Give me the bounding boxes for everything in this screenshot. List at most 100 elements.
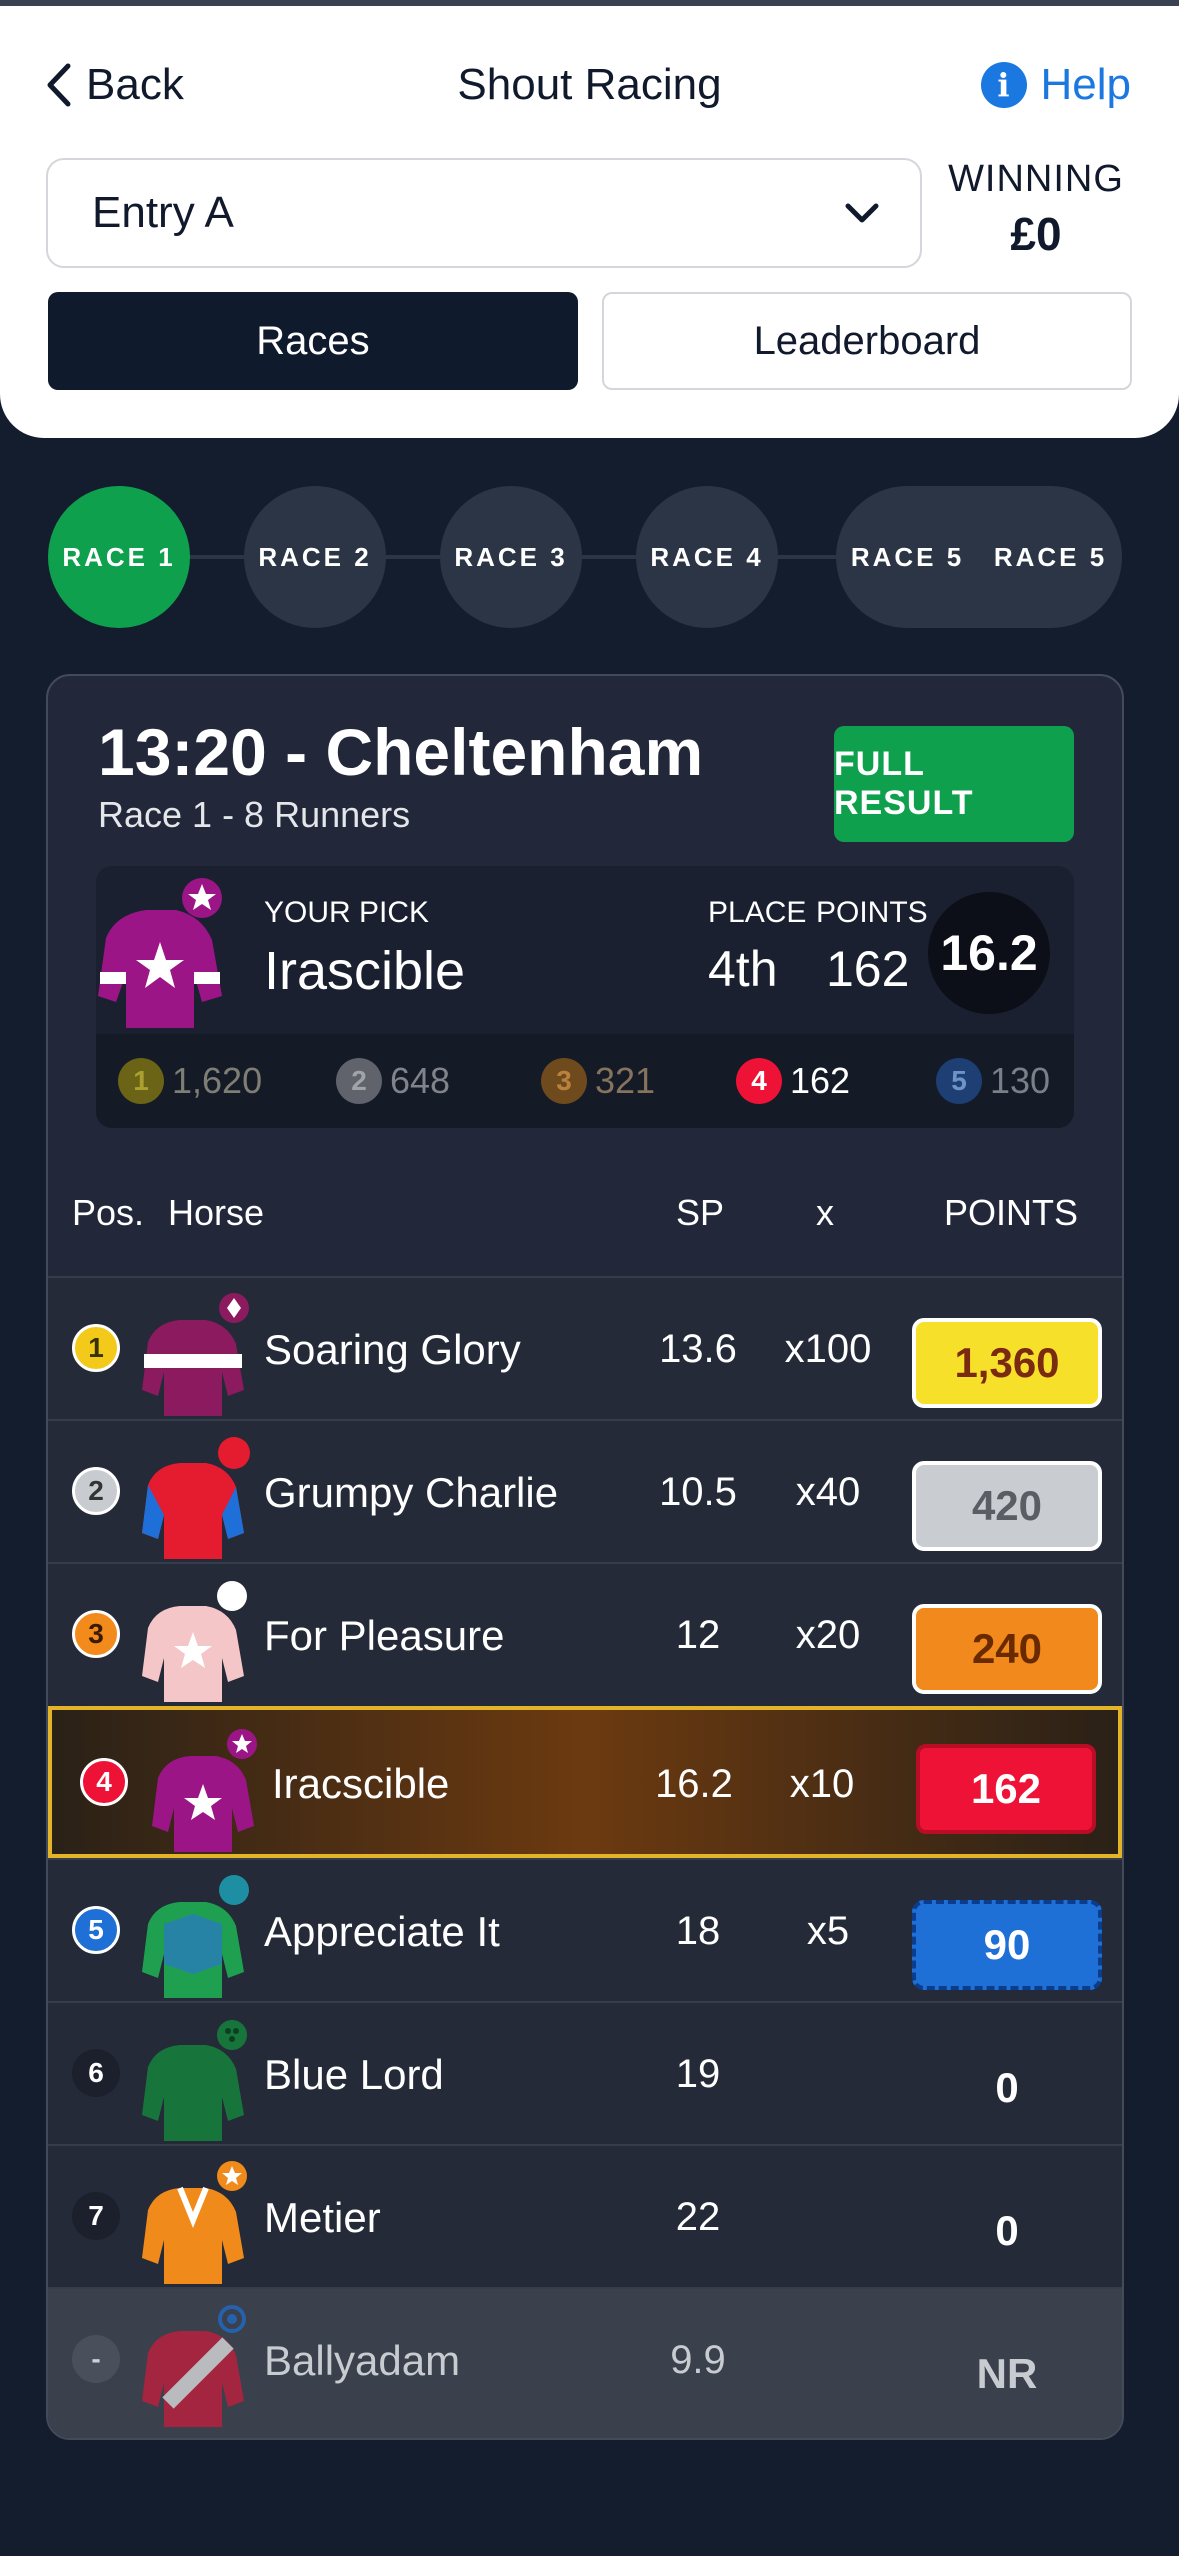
col-pos: Pos. bbox=[72, 1192, 145, 1233]
place-points-item: 1 1,620 bbox=[118, 1058, 262, 1104]
place-points-value: 1,620 bbox=[172, 1060, 263, 1101]
position-badge: 4 bbox=[80, 1758, 128, 1806]
chevron-down-icon bbox=[845, 203, 879, 223]
race-step-5-group[interactable]: RACE 5 RACE 5 bbox=[836, 486, 1122, 628]
position-badge: 7 bbox=[72, 2192, 120, 2240]
points-value: 0 bbox=[995, 2064, 1019, 2111]
race-title: 13:20 - Cheltenham bbox=[98, 715, 704, 789]
race-step-3[interactable]: RACE 3 bbox=[440, 486, 582, 628]
col-horse: Horse bbox=[168, 1192, 265, 1233]
position-badge: 6 bbox=[72, 2049, 120, 2097]
runner-row-nonrunner[interactable]: - Ballyadam 9.9 NR bbox=[48, 2287, 1122, 2438]
runner-row[interactable]: 3 For Pleasure 12 x20 240 bbox=[48, 1562, 1122, 1705]
sp-circle: 16.2 bbox=[928, 892, 1050, 1014]
horse-name: For Pleasure bbox=[264, 1612, 505, 1659]
horse-sp: 13.6 bbox=[659, 1327, 737, 1371]
horse-sp: 9.9 bbox=[670, 2338, 726, 2382]
horse-name: Metier bbox=[264, 2194, 381, 2241]
info-icon: i bbox=[980, 62, 1027, 108]
jockey-silk-icon bbox=[142, 1581, 247, 1702]
race-stepper: RACE 1 RACE 2 RACE 3 RACE 4 RACE 5 RACE … bbox=[48, 486, 1122, 628]
points-badge: 162 bbox=[916, 1744, 1096, 1834]
winning-display: WINNING £0 bbox=[940, 158, 1132, 261]
jockey-silk-icon bbox=[152, 1729, 257, 1852]
race-step-5: RACE 5 bbox=[850, 541, 965, 572]
place-points-value: 162 bbox=[790, 1060, 851, 1101]
horse-name: Ballyadam bbox=[264, 2337, 461, 2384]
place-points-item: 3 321 bbox=[541, 1058, 655, 1104]
full-result-button[interactable]: FULL RESULT bbox=[834, 726, 1074, 842]
horse-name: Soaring Glory bbox=[264, 1326, 521, 1373]
place-points-item: 2 648 bbox=[336, 1058, 450, 1104]
col-x: x bbox=[816, 1192, 834, 1233]
runner-row[interactable]: 6 Blue Lord 19 0 bbox=[48, 2001, 1122, 2144]
race-step-1[interactable]: RACE 1 bbox=[48, 486, 190, 628]
your-pick-label: YOUR PICK bbox=[264, 896, 430, 929]
jockey-silk-icon bbox=[142, 1875, 249, 1998]
points-badge: 90 bbox=[912, 1900, 1102, 1990]
col-sp: SP bbox=[676, 1192, 725, 1233]
horse-multiplier: x40 bbox=[795, 1470, 861, 1514]
horse-multiplier: x5 bbox=[806, 1909, 850, 1953]
position-badge: 5 bbox=[72, 1906, 120, 1954]
your-pick-horse: Irascible bbox=[264, 941, 466, 1001]
entry-select[interactable]: Entry A bbox=[46, 158, 922, 268]
place-points-item: 5 130 bbox=[936, 1058, 1050, 1104]
runner-row-selected[interactable]: 4 Iracscible 16.2 x10 162 bbox=[48, 1706, 1122, 1858]
position-badge: 2 bbox=[72, 1467, 120, 1515]
header-card: Back Shout Racing i Help Entry A WINNING… bbox=[0, 0, 1179, 438]
winning-label: WINNING bbox=[948, 158, 1124, 200]
runner-row[interactable]: 2 Grumpy Charlie 10.5 x40 420 bbox=[48, 1419, 1122, 1562]
non-runner-label: NR bbox=[976, 2350, 1038, 2397]
horse-sp: 12 bbox=[675, 1613, 721, 1657]
place-label: PLACE bbox=[708, 896, 807, 929]
table-header: Pos. Horse SP x POINTS bbox=[48, 1164, 1122, 1260]
horse-sp: 10.5 bbox=[659, 1470, 737, 1514]
horse-multiplier bbox=[778, 2146, 878, 2289]
jockey-silk-icon bbox=[142, 2161, 247, 2284]
horse-multiplier: x20 bbox=[795, 1613, 861, 1657]
horse-multiplier: x10 bbox=[789, 1762, 855, 1806]
points-badge: 240 bbox=[912, 1604, 1102, 1694]
points-value: 0 bbox=[995, 2207, 1019, 2254]
horse-name: Appreciate It bbox=[264, 1908, 500, 1955]
top-bar bbox=[0, 0, 1179, 6]
points-value: 162 bbox=[826, 941, 910, 997]
winning-value: £0 bbox=[1010, 208, 1062, 260]
position-badge: - bbox=[72, 2335, 120, 2383]
points-badge: 420 bbox=[912, 1461, 1102, 1551]
medal-icon: 4 bbox=[736, 1058, 782, 1104]
medal-icon: 3 bbox=[541, 1058, 587, 1104]
jockey-silk-icon bbox=[142, 2020, 247, 2141]
race-step-2[interactable]: RACE 2 bbox=[244, 486, 386, 628]
entry-select-value: Entry A bbox=[92, 188, 234, 237]
your-pick-panel: YOUR PICK Irascible PLACE 4th POINTS 162… bbox=[96, 866, 1074, 1128]
help-label: Help bbox=[1040, 60, 1132, 109]
points-label: POINTS bbox=[816, 896, 928, 929]
jockey-silk-icon bbox=[142, 2305, 246, 2427]
jockey-silk-icon bbox=[98, 878, 222, 1028]
place-points-item: 4 162 bbox=[736, 1058, 850, 1104]
help-button[interactable]: i Help bbox=[980, 52, 1132, 118]
medal-icon: 5 bbox=[936, 1058, 982, 1104]
horse-sp: 18 bbox=[675, 1909, 721, 1953]
jockey-silk-icon bbox=[142, 1437, 250, 1559]
col-points: POINTS bbox=[944, 1192, 1079, 1233]
race-step-4[interactable]: RACE 4 bbox=[636, 486, 778, 628]
tab-races[interactable]: Races bbox=[48, 292, 578, 390]
horse-multiplier: x100 bbox=[784, 1327, 872, 1371]
points-badge: 1,360 bbox=[912, 1318, 1102, 1408]
place-points-row: 1 1,620 2 648 3 321 4 162 5 130 bbox=[96, 1034, 1074, 1128]
horse-sp: 19 bbox=[675, 2052, 721, 2096]
runner-row[interactable]: 5 Appreciate It 18 x5 90 bbox=[48, 1858, 1122, 2001]
race-subtitle: Race 1 - 8 Runners bbox=[98, 794, 411, 835]
tab-leaderboard[interactable]: Leaderboard bbox=[602, 292, 1132, 390]
horse-sp: 16.2 bbox=[655, 1762, 733, 1806]
runner-row[interactable]: 7 Metier 22 0 bbox=[48, 2144, 1122, 2287]
race-card: 13:20 - Cheltenham Race 1 - 8 Runners FU… bbox=[46, 674, 1124, 2440]
horse-sp: 22 bbox=[675, 2195, 721, 2239]
runner-row[interactable]: 1 Soaring Glory 13.6 x100 1,360 bbox=[48, 1276, 1122, 1419]
place-points-value: 130 bbox=[990, 1060, 1051, 1101]
jockey-silk-icon bbox=[142, 1293, 249, 1416]
medal-icon: 2 bbox=[336, 1058, 382, 1104]
